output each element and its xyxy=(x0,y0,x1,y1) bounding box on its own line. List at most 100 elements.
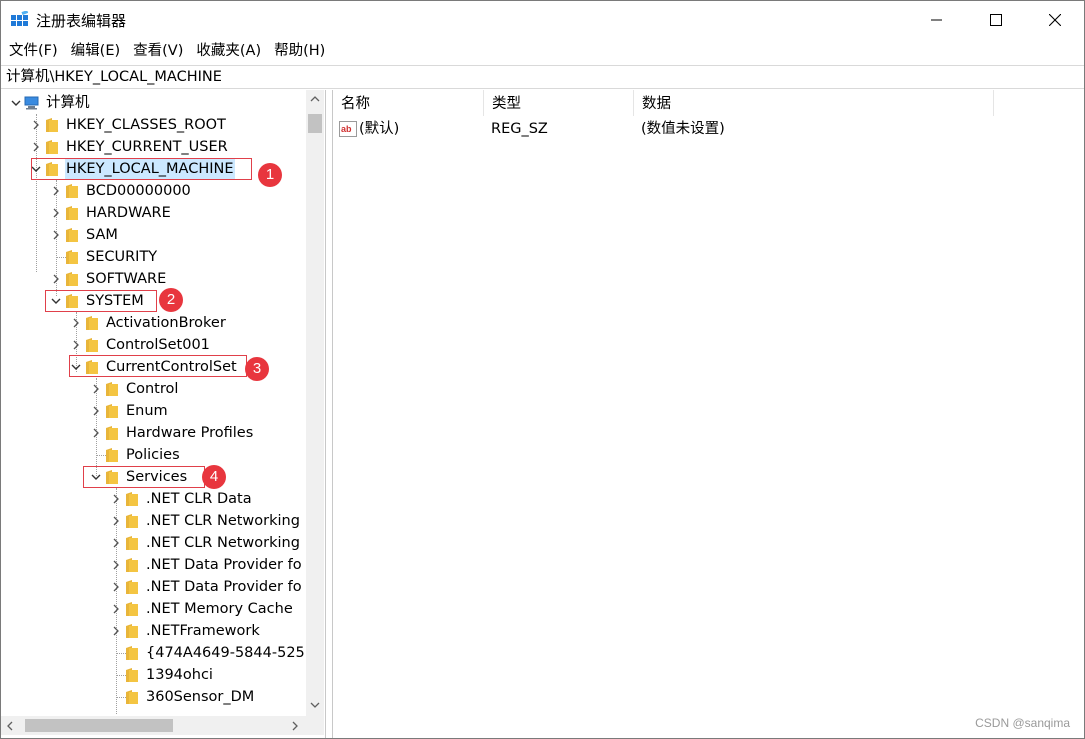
no-expander xyxy=(108,664,124,686)
tree-vertical-scrollbar[interactable] xyxy=(306,90,324,716)
tree-node[interactable]: Policies xyxy=(88,444,181,466)
folder-icon xyxy=(104,444,120,466)
tree-node[interactable]: SAM xyxy=(48,224,119,246)
chevron-right-icon[interactable] xyxy=(108,554,124,576)
tree-node[interactable]: Enum xyxy=(88,400,169,422)
menu-view[interactable]: 查看(V) xyxy=(125,39,188,64)
chevron-right-icon[interactable] xyxy=(108,598,124,620)
tree-label: SOFTWARE xyxy=(86,271,167,287)
tree-node[interactable]: SOFTWARE xyxy=(48,268,167,290)
tree-node[interactable]: .NET Data Provider fo xyxy=(108,554,303,576)
tree-label: 360Sensor_DM xyxy=(146,689,255,705)
tree-label: SAM xyxy=(86,227,118,243)
annotation-badge: 3 xyxy=(245,357,269,381)
tree-node[interactable]: .NET Data Provider fo xyxy=(108,576,303,598)
tree-node[interactable]: {474A4649-5844-525 xyxy=(108,642,306,664)
chevron-right-icon[interactable] xyxy=(108,620,124,642)
address-bar[interactable]: 计算机\HKEY_LOCAL_MACHINE xyxy=(1,65,1084,89)
chevron-right-icon[interactable] xyxy=(88,400,104,422)
tree-node[interactable]: 360Sensor_DM xyxy=(108,686,255,708)
chevron-down-icon[interactable] xyxy=(28,158,44,180)
menu-favorites[interactable]: 收藏夹(A) xyxy=(188,39,266,64)
chevron-right-icon[interactable] xyxy=(48,180,64,202)
tree-node-system[interactable]: SYSTEM xyxy=(48,290,145,312)
tree-label: .NET CLR Networking xyxy=(146,513,300,529)
scroll-left-arrow[interactable] xyxy=(1,716,19,735)
tree-label: HKEY_CURRENT_USER xyxy=(66,139,228,155)
folder-icon xyxy=(124,686,140,708)
annotation-badge: 2 xyxy=(159,288,183,312)
tree-label: 1394ohci xyxy=(146,667,213,683)
tree-node[interactable]: .NETFramework xyxy=(108,620,261,642)
maximize-button[interactable] xyxy=(966,1,1026,39)
tree-node[interactable]: BCD00000000 xyxy=(48,180,192,202)
folder-icon xyxy=(64,202,80,224)
tree-node[interactable]: 1394ohci xyxy=(108,664,214,686)
chevron-right-icon[interactable] xyxy=(68,312,84,334)
window-title: 注册表编辑器 xyxy=(36,12,127,30)
scroll-thumb[interactable] xyxy=(25,719,173,732)
chevron-down-icon[interactable] xyxy=(88,466,104,488)
scroll-down-arrow[interactable] xyxy=(306,696,324,714)
tree-node[interactable]: SECURITY xyxy=(48,246,158,268)
column-header-name[interactable]: 名称 xyxy=(333,90,484,116)
chevron-right-icon[interactable] xyxy=(68,334,84,356)
tree-node[interactable]: Hardware Profiles xyxy=(88,422,254,444)
tree-label-selected: HKEY_LOCAL_MACHINE xyxy=(65,158,235,180)
tree-label: .NET CLR Data xyxy=(146,491,252,507)
tree-node-hkcu[interactable]: HKEY_CURRENT_USER xyxy=(28,136,229,158)
chevron-right-icon[interactable] xyxy=(48,268,64,290)
tree-node[interactable]: ControlSet001 xyxy=(68,334,211,356)
chevron-right-icon[interactable] xyxy=(88,422,104,444)
folder-icon xyxy=(104,400,120,422)
scroll-right-arrow[interactable] xyxy=(286,716,304,735)
minimize-button[interactable] xyxy=(907,1,967,39)
tree-label: Services xyxy=(126,469,188,485)
chevron-right-icon[interactable] xyxy=(48,224,64,246)
chevron-down-icon[interactable] xyxy=(8,92,24,114)
tree-node-services[interactable]: Services xyxy=(88,466,188,488)
tree-node[interactable]: .NET Memory Cache xyxy=(108,598,294,620)
menu-edit[interactable]: 编辑(E) xyxy=(63,39,125,64)
scroll-thumb[interactable] xyxy=(308,114,322,133)
tree-node-hkcr[interactable]: HKEY_CLASSES_ROOT xyxy=(28,114,227,136)
value-row[interactable]: ab (默认) REG_SZ (数值未设置) xyxy=(333,118,934,140)
chevron-right-icon[interactable] xyxy=(28,136,44,158)
folder-icon xyxy=(124,598,140,620)
column-header-type[interactable]: 类型 xyxy=(484,90,634,116)
value-type: REG_SZ xyxy=(491,121,548,137)
folder-icon xyxy=(104,378,120,400)
tree-node[interactable]: HARDWARE xyxy=(48,202,172,224)
chevron-right-icon[interactable] xyxy=(108,488,124,510)
chevron-down-icon[interactable] xyxy=(48,290,64,312)
folder-open-icon xyxy=(84,356,100,378)
tree-node[interactable]: .NET CLR Data xyxy=(108,488,253,510)
chevron-down-icon[interactable] xyxy=(68,356,84,378)
chevron-right-icon[interactable] xyxy=(108,532,124,554)
tree-node-currentcontrolset[interactable]: CurrentControlSet xyxy=(68,356,238,378)
title-bar[interactable]: 注册表编辑器 xyxy=(1,1,1084,39)
chevron-right-icon[interactable] xyxy=(88,378,104,400)
chevron-right-icon[interactable] xyxy=(108,510,124,532)
tree-horizontal-scrollbar[interactable] xyxy=(1,716,306,735)
chevron-right-icon[interactable] xyxy=(108,576,124,598)
tree-node[interactable]: ActivationBroker xyxy=(68,312,227,334)
scroll-up-arrow[interactable] xyxy=(306,90,324,108)
close-icon xyxy=(1049,14,1061,26)
menu-file[interactable]: 文件(F) xyxy=(1,39,63,64)
close-button[interactable] xyxy=(1025,1,1084,39)
tree-node[interactable]: Control xyxy=(88,378,179,400)
chevron-right-icon[interactable] xyxy=(28,114,44,136)
folder-icon xyxy=(44,136,60,158)
tree-label: Control xyxy=(126,381,179,397)
chevron-right-icon[interactable] xyxy=(48,202,64,224)
tree-node[interactable]: .NET CLR Networking xyxy=(108,532,301,554)
column-header-data[interactable]: 数据 xyxy=(634,90,994,116)
menu-help[interactable]: 帮助(H) xyxy=(266,39,330,64)
tree-node[interactable]: .NET CLR Networking xyxy=(108,510,301,532)
folder-icon xyxy=(64,180,80,202)
folder-icon xyxy=(64,224,80,246)
menu-bar: 文件(F) 编辑(E) 查看(V) 收藏夹(A) 帮助(H) xyxy=(1,39,1084,64)
tree-node-hklm[interactable]: HKEY_LOCAL_MACHINE xyxy=(28,158,235,180)
tree-node-computer[interactable]: 计算机 xyxy=(8,92,91,114)
